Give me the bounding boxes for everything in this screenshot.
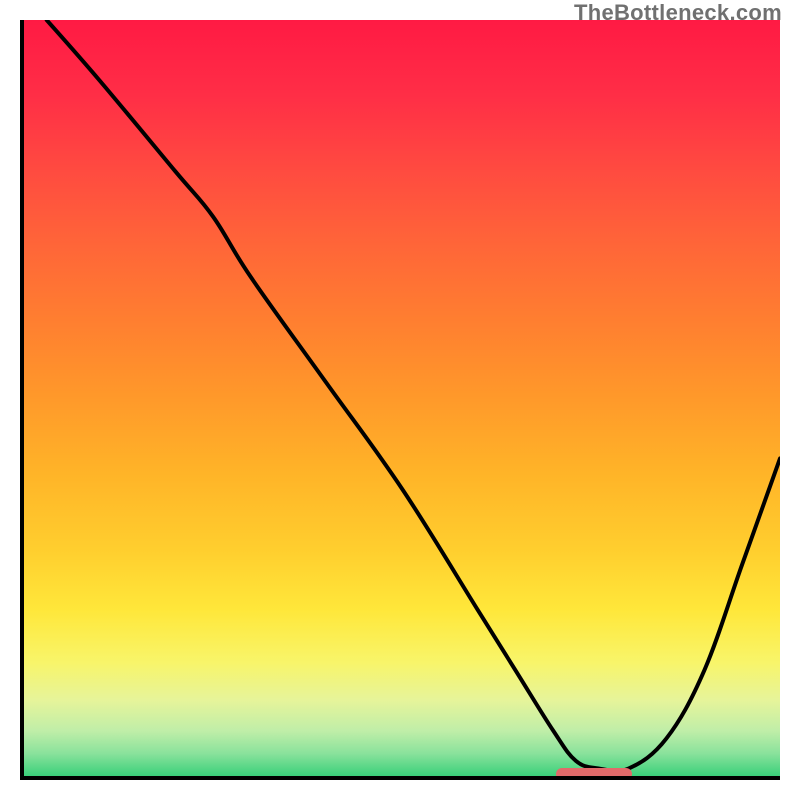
- plot-area: [20, 20, 780, 780]
- optimal-range-marker: [556, 768, 632, 780]
- bottleneck-curve: [24, 20, 780, 776]
- curve-path: [47, 20, 780, 771]
- chart-frame: TheBottleneck.com: [0, 0, 800, 800]
